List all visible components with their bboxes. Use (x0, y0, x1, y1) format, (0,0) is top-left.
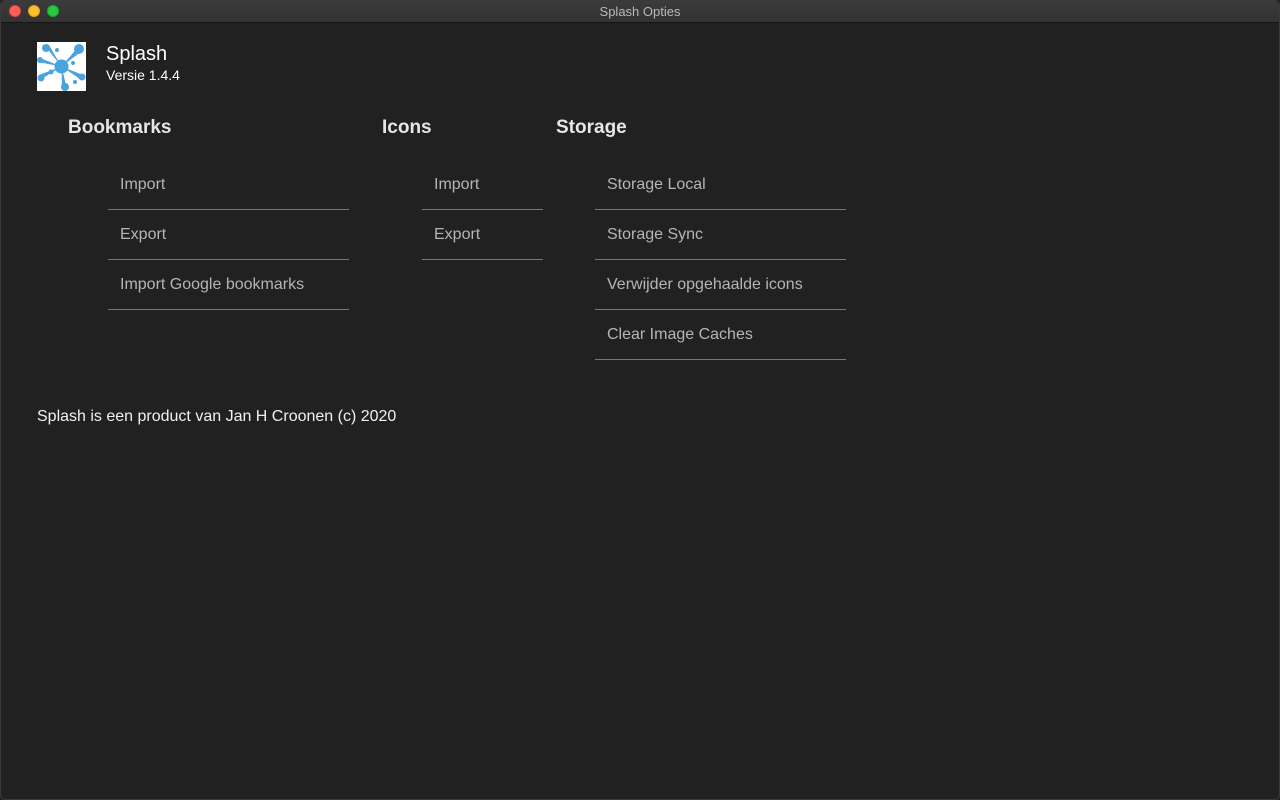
options-window: Splash Opties Splash Versie 1.4.4 Bookma… (0, 0, 1280, 800)
section-title-icons: Icons (382, 117, 432, 138)
icons-import-button[interactable]: Import (422, 160, 543, 210)
title-bar: Splash Opties (1, 1, 1279, 23)
import-google-bookmarks-button[interactable]: Import Google bookmarks (108, 260, 349, 310)
section-title-storage: Storage (556, 117, 627, 138)
app-version: Versie 1.4.4 (106, 67, 180, 83)
icons-export-button[interactable]: Export (422, 210, 543, 260)
bookmarks-export-button[interactable]: Export (108, 210, 349, 260)
storage-menu: Storage Local Storage Sync Verwijder opg… (595, 160, 846, 360)
app-name: Splash (106, 43, 168, 65)
bookmarks-menu: Import Export Import Google bookmarks (108, 160, 349, 310)
storage-sync-button[interactable]: Storage Sync (595, 210, 846, 260)
window-title: Splash Opties (599, 4, 681, 19)
icons-menu: Import Export (422, 160, 543, 260)
storage-local-button[interactable]: Storage Local (595, 160, 846, 210)
bookmarks-import-button[interactable]: Import (108, 160, 349, 210)
section-title-bookmarks: Bookmarks (68, 117, 172, 138)
clear-image-caches-button[interactable]: Clear Image Caches (595, 310, 846, 360)
splash-logo-icon (37, 42, 86, 91)
footer-credits: Splash is een product van Jan H Croonen … (37, 408, 397, 425)
remove-fetched-icons-button[interactable]: Verwijder opgehaalde icons (595, 260, 846, 310)
